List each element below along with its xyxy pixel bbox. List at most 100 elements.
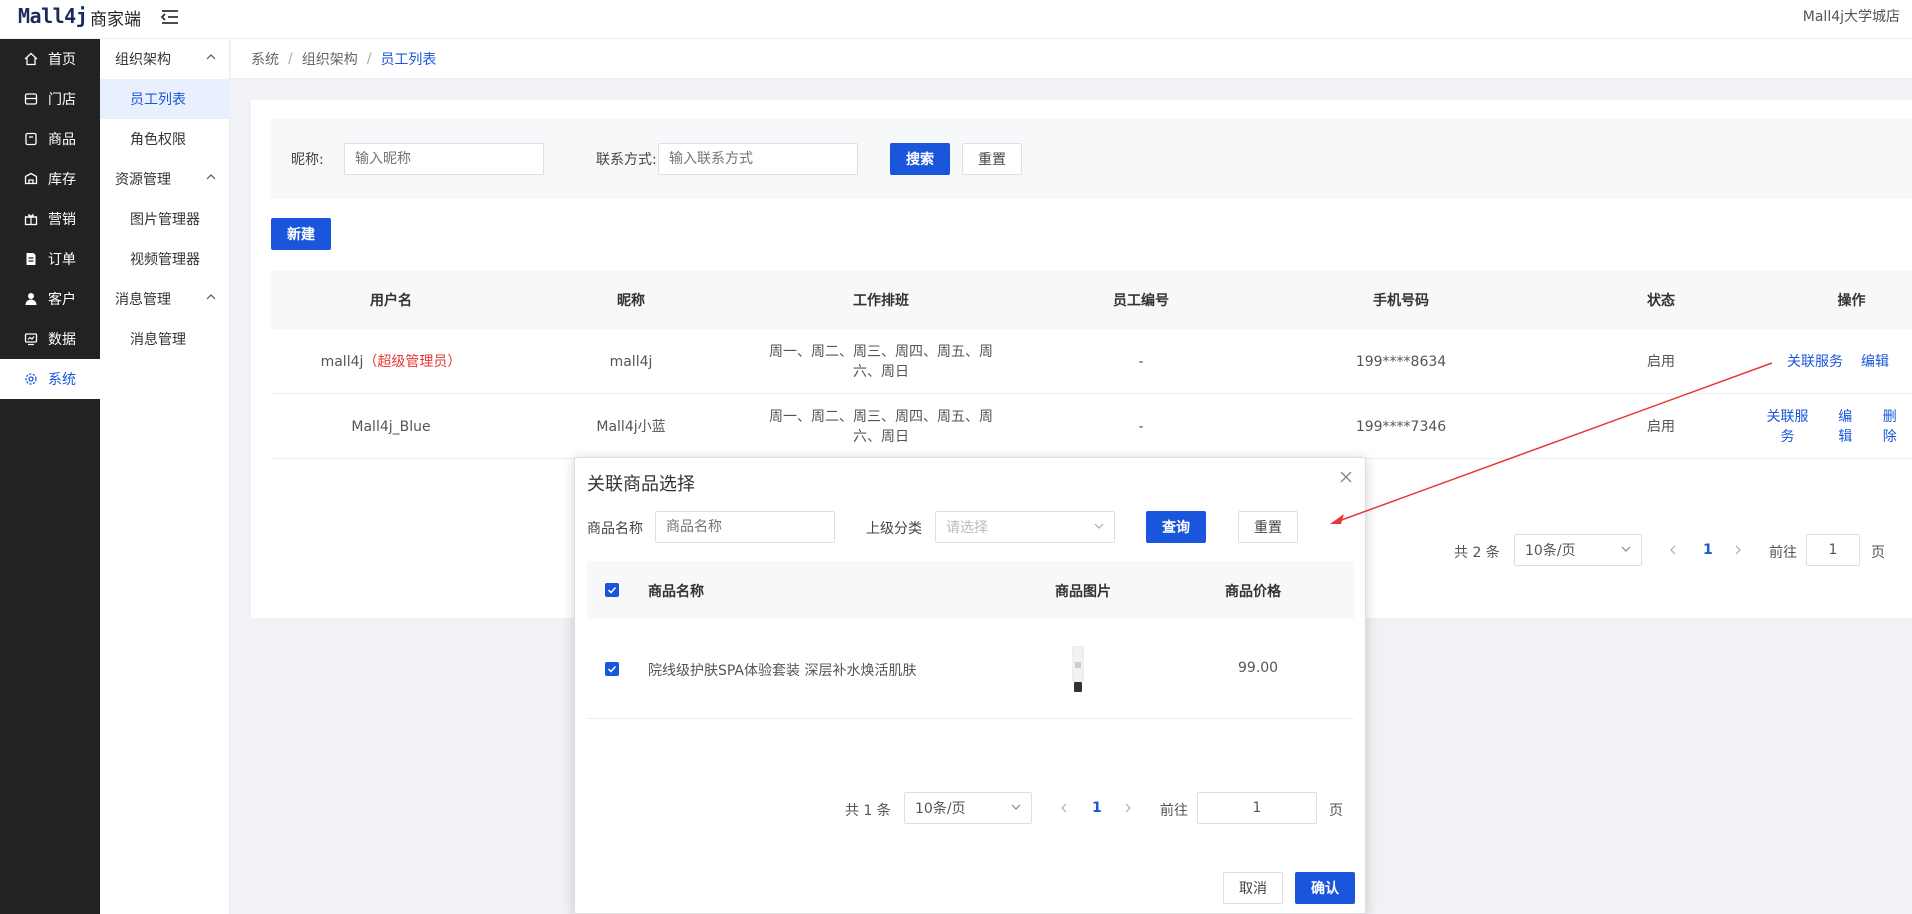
pagination-total: 共 2 条 <box>1454 545 1500 561</box>
breadcrumb-item[interactable]: 组织架构 <box>302 49 358 69</box>
page-size-select[interactable]: 10条/页 <box>1514 534 1642 566</box>
dialog-page-size-select[interactable]: 10条/页 <box>904 792 1032 824</box>
delete-button[interactable]: 删除 <box>1877 407 1904 447</box>
column-header: 商品价格 <box>1225 584 1281 600</box>
product-select-dialog: 关联商品选择 商品名称 上级分类 请选择 查询 重置 商品名称 商品图片 商品价… <box>574 457 1366 914</box>
contact-input[interactable] <box>658 143 858 175</box>
sidebar-item-system[interactable]: 系统 <box>0 359 100 399</box>
prev-page-icon[interactable] <box>1060 803 1068 813</box>
cell-username: Mall4j_Blue <box>351 418 431 435</box>
subnav-item-staff-list[interactable]: 员工列表 <box>100 79 230 119</box>
column-header: 状态 <box>1647 293 1675 309</box>
chevron-down-icon <box>1094 523 1104 529</box>
cell-status: 启用 <box>1647 353 1675 370</box>
link-service-button[interactable]: 关联服务 <box>1761 407 1814 447</box>
dialog-table-row: 院线级护肤SPA体验套装 深层补水焕活肌肤 99.00 <box>587 619 1354 719</box>
sidebar-item-label: 商品 <box>48 132 76 148</box>
confirm-button[interactable]: 确认 <box>1295 872 1355 904</box>
chevron-down-icon <box>1011 804 1021 810</box>
breadcrumb: 系统 / 组织架构 / 员工列表 <box>231 39 1912 79</box>
dialog-reset-button[interactable]: 重置 <box>1238 511 1298 543</box>
category-label: 上级分类 <box>866 521 922 537</box>
dialog-goto-page-input[interactable]: 1 <box>1197 792 1317 824</box>
new-button[interactable]: 新建 <box>271 218 331 250</box>
row-checkbox[interactable] <box>605 662 619 676</box>
sidebar-item-label: 客户 <box>48 292 76 308</box>
order-icon <box>26 253 36 265</box>
subnav-item-video-manager[interactable]: 视频管理器 <box>100 239 230 279</box>
subnav-item-role-permission[interactable]: 角色权限 <box>100 119 230 159</box>
next-page-icon[interactable] <box>1734 545 1742 555</box>
subnav-group-label: 资源管理 <box>115 172 171 188</box>
breadcrumb-current: 员工列表 <box>380 51 437 68</box>
sidebar-item-data[interactable]: 数据 <box>0 319 100 359</box>
sidebar-item-inventory[interactable]: 库存 <box>0 159 100 199</box>
subnav-group-message[interactable]: 消息管理 <box>100 279 230 319</box>
column-header: 员工编号 <box>1113 293 1169 309</box>
table-row: mall4j （超级管理员） mall4j 周一、周二、周三、周四、周五、周 六、… <box>271 329 1912 394</box>
subnav-group-resource[interactable]: 资源管理 <box>100 159 230 199</box>
shop-name[interactable]: Mall4j大学城店 <box>1803 6 1900 26</box>
menu-fold-icon[interactable] <box>158 5 182 29</box>
cell-nickname: mall4j <box>609 353 653 370</box>
column-header: 工作排班 <box>853 293 909 309</box>
current-page[interactable]: 1 <box>1703 542 1713 558</box>
subnav-group-org[interactable]: 组织架构 <box>100 39 230 79</box>
dialog-page-suffix: 页 <box>1329 803 1343 819</box>
cell-schedule: 周一、周二、周三、周四、周五、周 六、周日 <box>751 394 1011 459</box>
cell-nickname: Mall4j小蓝 <box>596 418 666 435</box>
breadcrumb-separator: / <box>288 50 293 67</box>
reset-button[interactable]: 重置 <box>962 143 1022 175</box>
cancel-button[interactable]: 取消 <box>1223 872 1283 904</box>
prev-page-icon[interactable] <box>1669 545 1677 555</box>
nickname-input[interactable] <box>344 143 544 175</box>
sidebar-item-label: 营销 <box>48 212 76 228</box>
query-button[interactable]: 查询 <box>1146 511 1206 543</box>
dialog-current-page[interactable]: 1 <box>1092 800 1102 816</box>
next-page-icon[interactable] <box>1124 803 1132 813</box>
sidebar-item-product[interactable]: 商品 <box>0 119 100 159</box>
search-button[interactable]: 搜索 <box>890 143 950 175</box>
cell-emp-no: - <box>1138 418 1144 435</box>
subnav-item-image-manager[interactable]: 图片管理器 <box>100 199 230 239</box>
cell-schedule: 周一、周二、周三、周四、周五、周 六、周日 <box>751 329 1011 394</box>
dialog-goto-label: 前往 <box>1160 803 1188 819</box>
goto-page-input[interactable]: 1 <box>1806 534 1860 566</box>
dialog-table-header: 商品名称 商品图片 商品价格 <box>587 561 1354 619</box>
sidebar-item-marketing[interactable]: 营销 <box>0 199 100 239</box>
contact-label: 联系方式: <box>596 152 657 168</box>
product-name-input[interactable] <box>655 511 835 543</box>
product-price: 99.00 <box>1238 660 1279 676</box>
sidebar-item-store[interactable]: 门店 <box>0 79 100 119</box>
product-icon <box>25 132 37 146</box>
sidebar-item-home[interactable]: 首页 <box>0 39 100 79</box>
subnav-group-label: 消息管理 <box>115 292 171 308</box>
sidebar-item-order[interactable]: 订单 <box>0 239 100 279</box>
table-row: Mall4j_Blue Mall4j小蓝 周一、周二、周三、周四、周五、周 六、… <box>271 394 1912 459</box>
close-icon[interactable] <box>1339 470 1353 484</box>
sidebar-item-customer[interactable]: 客户 <box>0 279 100 319</box>
home-icon <box>24 52 38 66</box>
category-select[interactable]: 请选择 <box>935 511 1115 543</box>
goto-label: 前往 <box>1769 545 1797 561</box>
check-icon <box>607 665 617 673</box>
column-header: 昵称 <box>617 293 645 309</box>
gift-icon <box>24 214 38 226</box>
search-form: 昵称: 联系方式: 搜索 重置 <box>271 119 1912 199</box>
select-all-checkbox[interactable] <box>605 583 619 597</box>
logo: Mall4j <box>18 4 88 28</box>
schedule-line: 周一、周二、周三、周四、周五、周 <box>769 343 993 360</box>
edit-button[interactable]: 编辑 <box>1861 352 1889 372</box>
page-size-value: 10条/页 <box>1525 543 1576 559</box>
breadcrumb-item[interactable]: 系统 <box>251 49 279 69</box>
cell-status: 启用 <box>1647 418 1675 435</box>
edit-button[interactable]: 编辑 <box>1832 407 1859 447</box>
chevron-up-icon <box>206 174 216 180</box>
gear-icon <box>25 373 37 385</box>
cell-phone: 199****7346 <box>1355 418 1447 435</box>
dialog-title: 关联商品选择 <box>587 474 695 495</box>
top-header: Mall4j 商家端 Mall4j大学城店 <box>0 0 1912 39</box>
subnav-item-message-manage[interactable]: 消息管理 <box>100 319 230 359</box>
cell-emp-no: - <box>1138 353 1144 370</box>
link-service-button[interactable]: 关联服务 <box>1787 352 1843 372</box>
